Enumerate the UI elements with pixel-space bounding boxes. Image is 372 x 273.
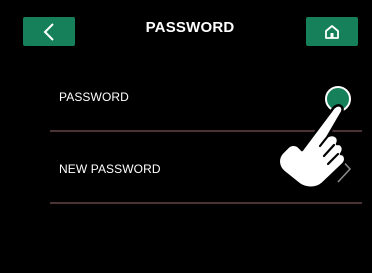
pointing-hand-icon xyxy=(277,104,347,189)
password-screen: PASSWORD PASSWORD NEW PASSWORD xyxy=(10,10,362,263)
home-button[interactable] xyxy=(306,17,358,46)
home-icon xyxy=(325,24,339,39)
menu-item-password-label: PASSWORD xyxy=(59,90,129,104)
divider xyxy=(50,202,362,204)
menu-item-new-password-label: NEW PASSWORD xyxy=(59,162,161,176)
page-title: PASSWORD xyxy=(145,19,235,36)
back-button[interactable] xyxy=(23,17,75,46)
chevron-left-icon xyxy=(43,22,54,41)
